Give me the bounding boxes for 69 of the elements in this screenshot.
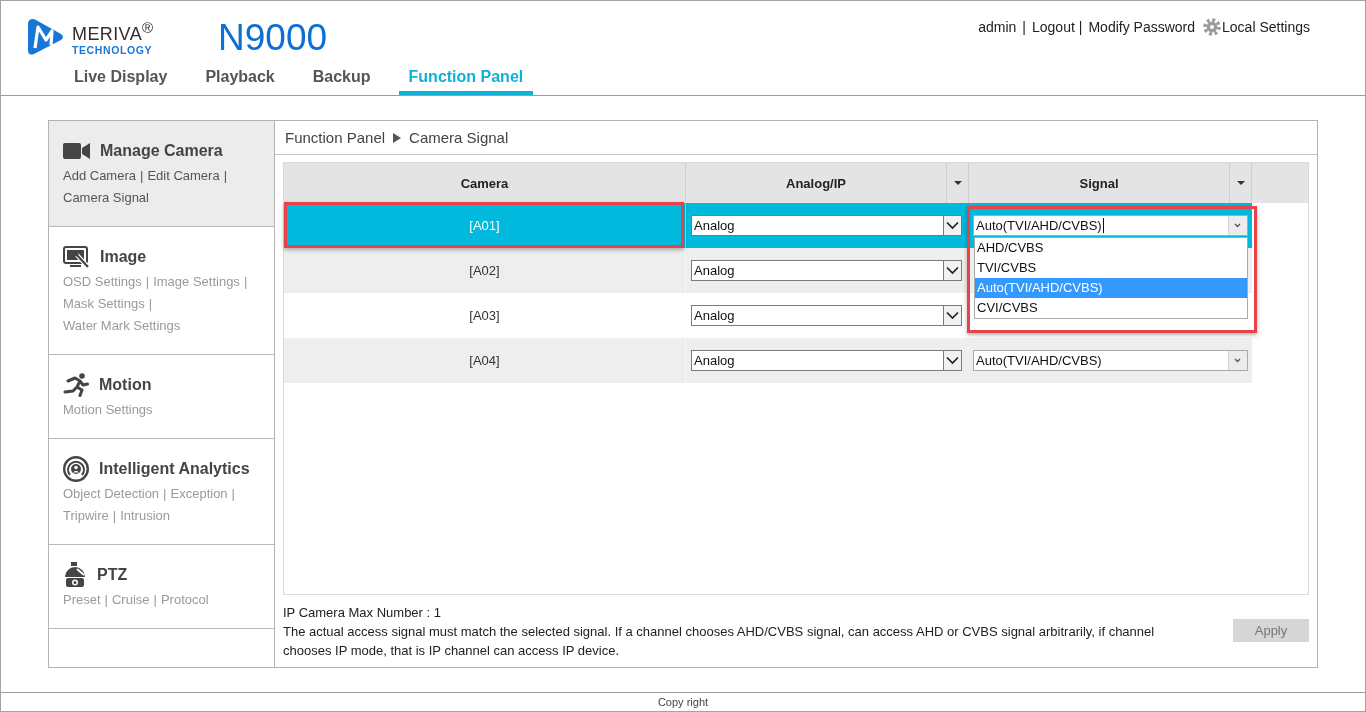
separator: | <box>140 167 144 185</box>
sidebar-title: PTZ <box>97 566 128 584</box>
separator: | <box>243 273 248 291</box>
model-title: N9000 <box>218 16 328 60</box>
chevron-down-icon <box>1228 216 1247 235</box>
separator: | <box>223 167 227 185</box>
gear-icon <box>1203 18 1222 36</box>
max-number-text: IP Camera Max Number : 1 <box>283 604 442 622</box>
monitor-wrench-icon <box>63 245 90 269</box>
column-header: Camera <box>460 175 509 191</box>
analog-ip-select[interactable]: Analog <box>691 305 962 326</box>
caret-icon <box>1236 181 1245 185</box>
sidebar-title: Intelligent Analytics <box>99 460 250 478</box>
header-link[interactable]: Logout <box>1032 18 1075 36</box>
chevron-down-icon <box>943 261 961 280</box>
settings-link[interactable]: Local Settings <box>1203 18 1310 36</box>
sidebar-link[interactable]: Edit Camera <box>147 165 220 187</box>
breadcrumb-link[interactable]: Function Panel <box>285 129 386 146</box>
user-name: admin <box>978 18 1017 36</box>
separator: | <box>163 485 167 503</box>
logo-tagline: TECHNOLOGY <box>72 44 154 56</box>
camera-name: [A02] <box>469 263 500 278</box>
separator: | <box>104 591 108 609</box>
separator: | <box>153 591 157 609</box>
analog-ip-select[interactable]: Analog <box>691 260 962 281</box>
separator: | <box>112 507 117 525</box>
logo-icon <box>28 18 64 56</box>
chevron-down-icon <box>943 306 961 325</box>
dome-camera-icon <box>63 562 87 588</box>
sidebar-title: Motion <box>99 376 152 394</box>
signal-select[interactable]: Auto(TVI/AHD/CVBS) <box>973 215 1248 236</box>
sidebar-title: Manage Camera <box>100 142 223 160</box>
caret-icon <box>953 181 962 185</box>
chevron-down-icon <box>943 351 961 370</box>
analog-ip-select[interactable]: Analog <box>691 215 962 236</box>
sidebar-section[interactable]: Motion Motion Settings <box>49 355 274 439</box>
triangle-right-icon <box>393 132 402 143</box>
separator: | <box>231 485 235 503</box>
person-in-rings-icon <box>63 456 89 482</box>
column-header: Signal <box>1079 175 1119 191</box>
copyright-text: Copy right <box>657 696 709 708</box>
nav-tab[interactable]: Backup <box>302 62 381 95</box>
sidebar-link[interactable]: Add Camera <box>63 165 136 187</box>
dropdown-option[interactable]: TVI/CVBS <box>975 258 1247 278</box>
separator: | <box>148 295 153 313</box>
dropdown-option[interactable]: CVI/CVBS <box>975 298 1247 318</box>
column-header: Analog/IP <box>786 175 846 191</box>
nav-tab[interactable]: Live Display <box>64 62 178 95</box>
separator: | <box>1078 18 1083 36</box>
sidebar-title: Image <box>100 248 147 266</box>
separator: | <box>145 273 150 291</box>
separator: | <box>1022 18 1026 36</box>
logo-name: MERIVA$^{®}$ <box>72 18 154 44</box>
note-text: The actual access signal must match the selected signal. If a channel chooses AHD/CVBS signal, can access AHD or CVBS signal arbitrarily, if channel chooses IP mode, that is IP channel can access IP device. <box>283 623 1156 660</box>
chevron-down-icon <box>1228 351 1247 370</box>
table-row[interactable]: [A04] Analog Auto(TVI/AHD/CVBS) <box>284 338 1252 383</box>
camera-name: [A04] <box>469 353 500 368</box>
camera-name: [A03] <box>469 308 500 323</box>
sidebar-link[interactable]: Camera Signal <box>63 187 149 209</box>
camera-name: [A01] <box>469 218 500 233</box>
video-camera-icon <box>63 142 90 160</box>
running-person-icon <box>63 373 89 397</box>
chevron-down-icon <box>943 216 961 235</box>
header-link[interactable]: Modify Password <box>1088 18 1196 36</box>
breadcrumb-current: Camera Signal <box>409 129 509 146</box>
nav-tab[interactable]: Playback <box>195 62 285 95</box>
sidebar-section[interactable]: Manage Camera Add Camera | Edit Camera | Camera Signal <box>49 121 274 227</box>
analog-ip-select[interactable]: Analog <box>691 350 962 371</box>
signal-select[interactable]: Auto(TVI/AHD/CVBS) <box>973 350 1248 371</box>
